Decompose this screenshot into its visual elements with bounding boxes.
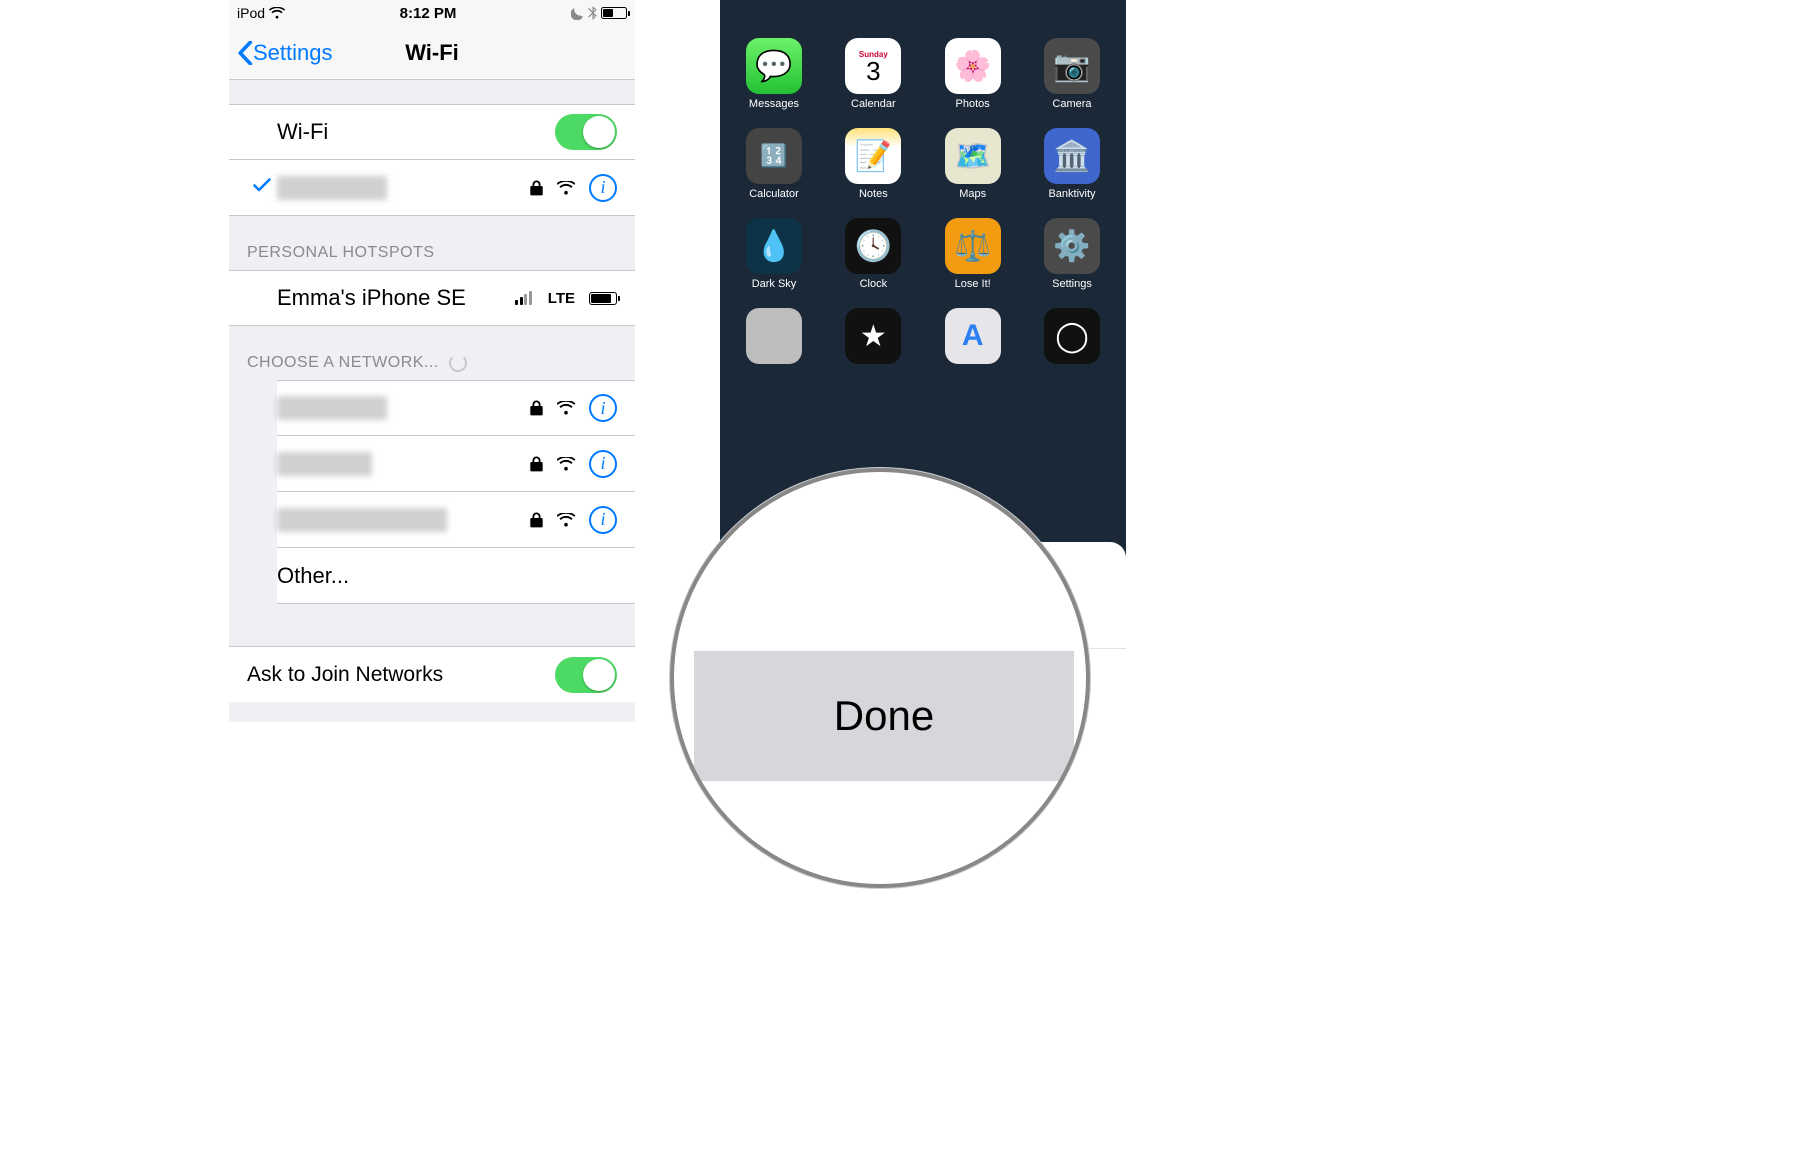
ask-to-join-row: Ask to Join Networks [229,646,635,702]
app-appstore[interactable]: A [937,308,1009,368]
wifi-toggle[interactable] [555,114,617,150]
app-darksky[interactable]: 💧Dark Sky [738,218,810,290]
bluetooth-icon [588,6,597,20]
network-row[interactable]: x i [277,380,635,436]
hotspot-row[interactable]: Emma's iPhone SE LTE [229,270,635,326]
app-notes[interactable]: 📝Notes [837,128,909,200]
app-calendar[interactable]: Sunday3Calendar [837,38,909,110]
home-screen-apps: 💬Messages Sunday3Calendar 🌸Photos 📷Camer… [720,0,1126,368]
wifi-strength-icon [557,513,575,527]
lock-icon [530,180,543,196]
personal-hotspots-header: PERSONAL HOTSPOTS [229,216,635,270]
choose-network-header: CHOOSE A NETWORK... [229,326,635,380]
info-button[interactable]: i [589,506,617,534]
page-title: Wi-Fi [405,40,459,66]
check-icon [253,178,271,192]
lock-icon [530,456,543,472]
hotspot-name: Emma's iPhone SE [277,285,515,311]
wifi-strength-icon [557,401,575,415]
status-bar: iPod 8:12 PM [229,0,635,26]
connected-network-row[interactable]: x i [229,160,635,216]
redacted-network-name: x [277,508,447,532]
info-button[interactable]: i [589,394,617,422]
wifi-strength-icon [557,457,575,471]
wifi-label: Wi-Fi [277,119,555,145]
app-generic[interactable] [738,308,810,368]
back-label: Settings [253,40,333,66]
app-banktivity[interactable]: 🏛️Banktivity [1036,128,1108,200]
magnifier-callout: Successfully shared your Wi-Fi password.… [670,468,1090,888]
settings-wifi-screen: iPod 8:12 PM Settings Wi-Fi Wi-Fi x i [229,0,635,722]
app-calculator[interactable]: 🔢Calculator [738,128,810,200]
chevron-left-icon [237,41,253,65]
redacted-network-name: x [277,396,387,420]
app-loseit[interactable]: ⚖️Lose It! [937,218,1009,290]
other-network-row[interactable]: Other... [277,548,635,604]
network-row[interactable]: x i [277,436,635,492]
ask-join-label: Ask to Join Networks [247,663,555,687]
app-generic[interactable]: ★ [837,308,909,368]
app-generic[interactable]: ◯ [1036,308,1108,368]
app-photos[interactable]: 🌸Photos [937,38,1009,110]
app-messages[interactable]: 💬Messages [738,38,810,110]
network-row[interactable]: x i [277,492,635,548]
lock-icon [530,512,543,528]
hotspot-battery-icon [589,292,617,305]
battery-icon [601,7,627,19]
wifi-strength-icon [557,181,575,195]
moon-icon [571,7,584,20]
cellular-signal-icon [515,291,532,305]
wifi-toggle-row: Wi-Fi [229,104,635,160]
spinner-icon [449,354,467,372]
other-label: Other... [277,563,617,589]
info-button[interactable]: i [589,450,617,478]
app-settings[interactable]: ⚙️Settings [1036,218,1108,290]
back-button[interactable]: Settings [237,40,333,66]
app-clock[interactable]: 🕓Clock [837,218,909,290]
done-button[interactable]: Done [694,651,1074,781]
app-camera[interactable]: 📷Camera [1036,38,1108,110]
lte-label: LTE [548,290,575,307]
info-button[interactable]: i [589,174,617,202]
lock-icon [530,400,543,416]
nav-bar: Settings Wi-Fi [229,26,635,80]
ask-join-toggle[interactable] [555,657,617,693]
wifi-icon [269,7,285,19]
redacted-network-name: x [277,176,387,200]
device-name: iPod [237,5,265,21]
redacted-network-name: x [277,452,372,476]
app-maps[interactable]: 🗺️Maps [937,128,1009,200]
clock-time: 8:12 PM [400,5,457,22]
